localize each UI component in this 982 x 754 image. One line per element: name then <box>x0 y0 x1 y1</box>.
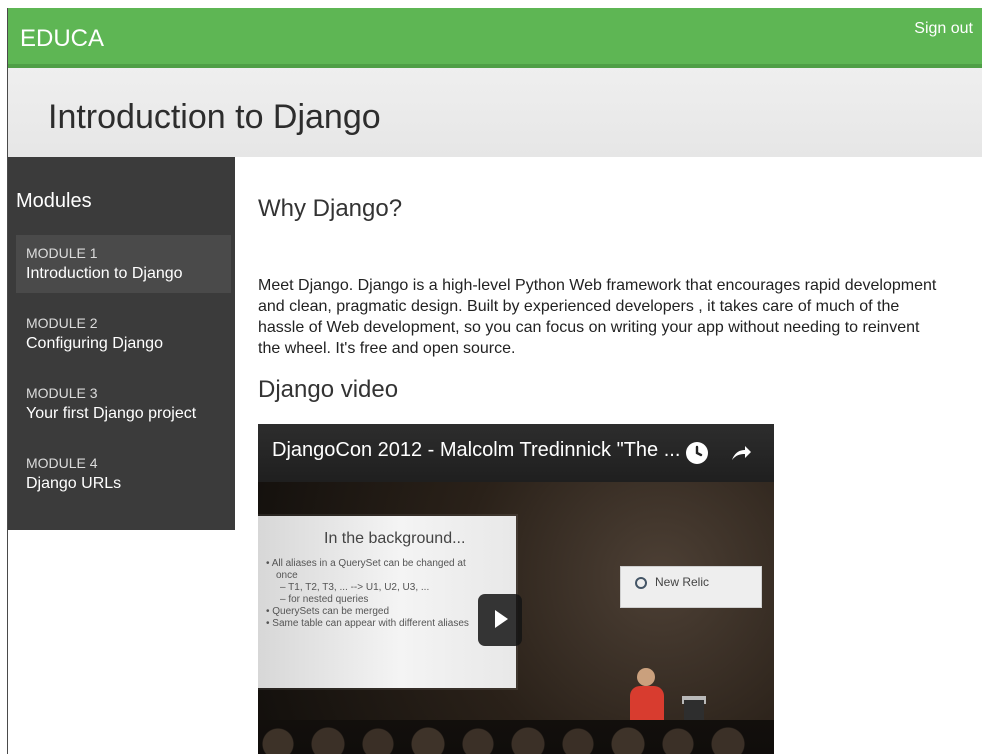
video-top-bar: DjangoCon 2012 - Malcolm Tredinnick "The… <box>258 424 774 482</box>
why-django-heading: Why Django? <box>258 195 403 222</box>
course-title: Introduction to Django <box>48 98 381 136</box>
course-title-bar: Introduction to Django <box>8 68 982 157</box>
module-4-label: MODULE 4 <box>26 455 98 471</box>
slide-title: In the background... <box>324 530 466 547</box>
module-2-name: Configuring Django <box>26 335 163 352</box>
slide-line-5: • QuerySets can be merged <box>266 606 390 617</box>
audience <box>258 720 774 754</box>
modules-heading: Modules <box>16 190 92 212</box>
speaker-head <box>637 668 655 686</box>
slide-line-6: • Same table can appear with different a… <box>266 618 469 629</box>
module-3-item[interactable]: MODULE 3 Your first Django project <box>16 375 231 433</box>
django-description: Meet Django. Django is a high-level Pyth… <box>258 277 937 357</box>
new-relic-logo-icon <box>635 577 647 589</box>
site-brand[interactable]: EDUCA <box>20 25 104 53</box>
play-icon[interactable] <box>478 594 522 646</box>
slide-bullets: • All aliases in a QuerySet can be chang… <box>266 558 504 630</box>
module-3-label: MODULE 3 <box>26 385 98 401</box>
share-icon-svg <box>732 446 751 460</box>
embedded-video[interactable]: DjangoCon 2012 - Malcolm Tredinnick "The… <box>258 424 774 754</box>
video-title[interactable]: DjangoCon 2012 - Malcolm Tredinnick "The… <box>272 439 680 462</box>
django-video-heading: Django video <box>258 376 399 403</box>
module-1-label: MODULE 1 <box>26 245 98 261</box>
video-frame[interactable]: In the background... • All aliases in a … <box>258 482 774 754</box>
sign-out-link[interactable]: Sign out <box>914 20 973 38</box>
slide-line-3: – T1, T2, T3, ... --> U1, U2, U3, ... <box>280 582 430 593</box>
clock-icon[interactable] <box>686 442 708 464</box>
share-icon[interactable] <box>730 442 752 464</box>
module-1-name: Introduction to Django <box>26 265 183 282</box>
top-navigation-bar: EDUCA Sign out <box>8 8 982 68</box>
module-4-item[interactable]: MODULE 4 Django URLs <box>16 445 231 503</box>
course-page: EDUCA Sign out Introduction to Django Mo… <box>0 0 982 754</box>
modules-sidebar: Modules MODULE 1 Introduction to Django … <box>8 157 235 530</box>
module-4-name: Django URLs <box>26 475 122 492</box>
module-1-item[interactable]: MODULE 1 Introduction to Django <box>16 235 231 293</box>
clock-icon-svg <box>695 445 703 457</box>
slide-line-2: once <box>276 570 298 581</box>
slide-line-4: – for nested queries <box>280 594 369 605</box>
module-2-label: MODULE 2 <box>26 315 98 331</box>
slide-line-1: • All aliases in a QuerySet can be chang… <box>266 558 466 569</box>
module-2-item[interactable]: MODULE 2 Configuring Django <box>16 305 231 363</box>
module-3-name: Your first Django project <box>26 405 197 422</box>
new-relic-banner: New Relic <box>620 566 762 608</box>
new-relic-banner-text: New Relic <box>655 575 710 589</box>
